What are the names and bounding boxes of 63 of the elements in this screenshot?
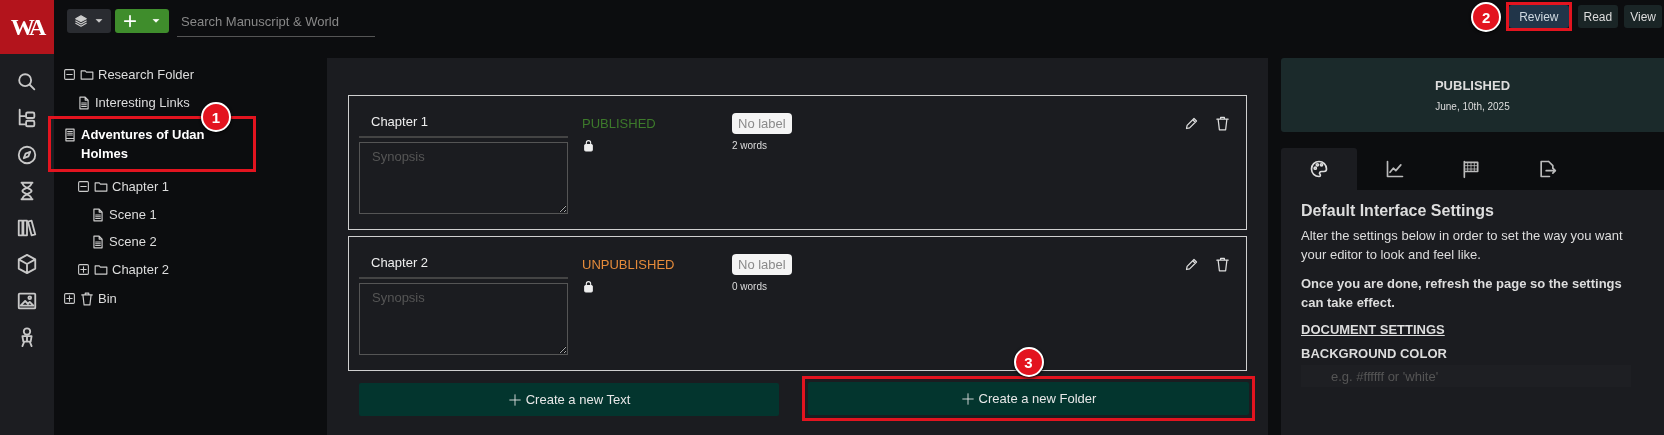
caret-icon (94, 16, 104, 26)
callout-badge: 3 (1013, 347, 1044, 377)
search-field[interactable]: Search Manuscript & World (177, 6, 375, 37)
synopsis-field[interactable]: Synopsis (359, 283, 568, 355)
view-mode-button[interactable]: Review (1509, 5, 1569, 28)
settings-note: Once you are done, refresh the page so the settings can take effect. (1301, 275, 1623, 312)
plus-icon (507, 392, 522, 407)
tree-item[interactable]: Bin (98, 289, 117, 308)
folder-icon (94, 263, 108, 277)
document-icon (77, 96, 91, 110)
create-button[interactable]: Create a new Folder (808, 382, 1249, 415)
book-icon (63, 128, 77, 142)
cube-icon[interactable] (16, 253, 38, 275)
hierarchy-icon[interactable] (16, 107, 38, 129)
settings-description: Alter the settings below in order to set the way you want your editor to look and feel like. (1301, 227, 1624, 264)
document-icon (91, 235, 105, 249)
trash-icon (80, 292, 94, 306)
expand-icon[interactable] (63, 292, 76, 305)
publish-date: June, 10th, 2025 (1435, 101, 1510, 112)
plus-icon (123, 14, 137, 28)
collapse-icon[interactable] (77, 180, 90, 193)
tree-item[interactable]: Interesting Links (95, 93, 190, 112)
compass-icon[interactable] (16, 143, 38, 166)
plus-icon (960, 391, 975, 406)
checkered-flag-icon (1461, 159, 1481, 179)
tree-item[interactable]: Research Folder (98, 65, 195, 84)
collapse-icon[interactable] (63, 68, 76, 81)
expand-icon[interactable] (77, 263, 90, 276)
folder-icon (80, 68, 94, 82)
caret-icon (151, 16, 161, 26)
word-count: 2 words (732, 140, 767, 151)
create-button[interactable]: Create a new Text (359, 383, 779, 416)
palette-icon (1309, 159, 1329, 179)
trash-icon[interactable] (1215, 257, 1230, 272)
view-mode-button[interactable]: Read (1577, 5, 1619, 28)
tree-item[interactable]: Chapter 2 (112, 260, 170, 279)
field-label: BACKGROUND COLOR (1301, 346, 1448, 361)
tree-item[interactable]: Scene 1 (109, 205, 157, 224)
tree-item[interactable]: Scene 2 (109, 232, 157, 251)
synopsis-field[interactable]: Synopsis (359, 142, 568, 214)
search-icon[interactable] (16, 70, 38, 93)
status-text: UNPUBLISHED (582, 257, 676, 272)
settings-heading: Default Interface Settings (1301, 202, 1495, 220)
publish-status: PUBLISHED (1434, 78, 1511, 93)
logo[interactable]: WA (0, 0, 54, 54)
status-text: PUBLISHED (582, 116, 657, 131)
pencil-icon[interactable] (1184, 116, 1199, 131)
trash-icon[interactable] (1215, 116, 1230, 131)
layers-button[interactable] (67, 9, 111, 33)
chart-icon (1385, 159, 1405, 179)
settings-tab[interactable] (1281, 148, 1357, 190)
layers-icon (74, 14, 88, 28)
tree-item[interactable]: Chapter 1 (112, 177, 170, 196)
section-heading: DOCUMENT SETTINGS (1301, 322, 1446, 337)
export-icon (1537, 159, 1557, 179)
folder-icon (94, 180, 108, 194)
view-mode-button[interactable]: View (1624, 5, 1662, 28)
callout-badge: 2 (1471, 2, 1502, 32)
add-button[interactable] (115, 9, 169, 33)
word-count: 0 words (732, 281, 767, 292)
callout-badge: 1 (201, 102, 231, 132)
document-icon (91, 208, 105, 222)
pencil-icon[interactable] (1184, 257, 1199, 272)
